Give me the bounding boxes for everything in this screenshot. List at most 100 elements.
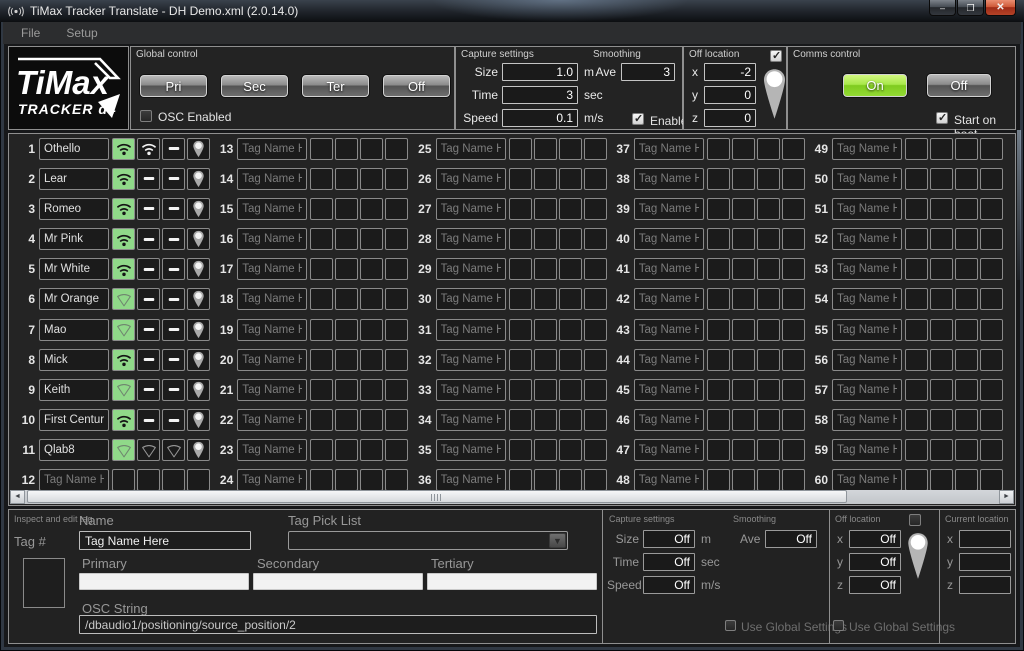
- start-on-boot-checkbox[interactable]: [936, 112, 948, 124]
- tag-offloc-button[interactable]: [584, 168, 607, 190]
- tag-offloc-button[interactable]: [584, 379, 607, 401]
- tag-name-input[interactable]: [39, 168, 109, 190]
- tag-sec-button[interactable]: [335, 439, 358, 461]
- tag-sec-button[interactable]: [930, 228, 953, 250]
- tag-ter-button-dash[interactable]: [162, 198, 185, 220]
- tag-ter-button[interactable]: [360, 469, 383, 491]
- tag-ter-button[interactable]: [360, 409, 383, 431]
- tag-sec-button[interactable]: [732, 379, 755, 401]
- tag-sec-button[interactable]: [335, 319, 358, 341]
- tag-ter-button[interactable]: [955, 228, 978, 250]
- tag-name-input[interactable]: [237, 258, 307, 280]
- tag-name-input[interactable]: [634, 439, 704, 461]
- tag-offloc-button[interactable]: [980, 439, 1003, 461]
- tag-pri-button[interactable]: [509, 168, 532, 190]
- offloc-use-global-checkbox[interactable]: [833, 620, 844, 631]
- tag-offloc-button[interactable]: [584, 228, 607, 250]
- tag-ter-button-dash[interactable]: [162, 258, 185, 280]
- tag-ter-button[interactable]: [559, 288, 582, 310]
- tag-ter-button[interactable]: [360, 319, 383, 341]
- tag-pri-button[interactable]: [707, 138, 730, 160]
- tag-pri-button[interactable]: [905, 288, 928, 310]
- tag-name-input[interactable]: [634, 138, 704, 160]
- tag-name-input[interactable]: [832, 439, 902, 461]
- tag-name-input[interactable]: [634, 349, 704, 371]
- tag-name-input[interactable]: [237, 228, 307, 250]
- tag-offloc-button[interactable]: [385, 319, 408, 341]
- tag-ter-button[interactable]: [360, 258, 383, 280]
- tag-name-input[interactable]: [436, 198, 506, 220]
- maximize-button[interactable]: ❐: [957, 0, 984, 16]
- tag-name-input[interactable]: [634, 168, 704, 190]
- tag-offloc-button[interactable]: [980, 258, 1003, 280]
- tag-sec-button[interactable]: [930, 138, 953, 160]
- tag-offloc-button-pin[interactable]: [187, 228, 210, 250]
- tag-ter-button[interactable]: [955, 319, 978, 341]
- tag-name-input[interactable]: [237, 319, 307, 341]
- tag-pri-button[interactable]: [905, 469, 928, 491]
- tag-sec-button[interactable]: [732, 198, 755, 220]
- tag-sec-button[interactable]: [335, 379, 358, 401]
- tag-pri-button-wedge-active[interactable]: [112, 439, 135, 461]
- tag-pri-button[interactable]: [310, 379, 333, 401]
- tag-pri-button[interactable]: [310, 409, 333, 431]
- tag-time-input[interactable]: [643, 553, 695, 571]
- tag-offloc-button[interactable]: [980, 349, 1003, 371]
- tag-ter-button[interactable]: [162, 469, 185, 491]
- tag-offloc-button[interactable]: [782, 379, 805, 401]
- tag-offloc-button[interactable]: [385, 258, 408, 280]
- tag-offloc-button[interactable]: [385, 349, 408, 371]
- tag-pri-button[interactable]: [905, 198, 928, 220]
- tag-ter-button[interactable]: [559, 319, 582, 341]
- tag-name-input[interactable]: [832, 409, 902, 431]
- chevron-down-icon[interactable]: ▼: [549, 533, 566, 548]
- tag-offloc-button[interactable]: [980, 228, 1003, 250]
- tag-ter-button[interactable]: [757, 198, 780, 220]
- tag-sec-button[interactable]: [732, 138, 755, 160]
- tag-pri-button[interactable]: [707, 439, 730, 461]
- tag-ter-button[interactable]: [757, 469, 780, 491]
- tag-sec-button[interactable]: [534, 198, 557, 220]
- tag-sec-button[interactable]: [534, 349, 557, 371]
- tag-name-input[interactable]: [237, 409, 307, 431]
- tag-sec-button-dash[interactable]: [137, 228, 160, 250]
- tag-name-input[interactable]: [39, 288, 109, 310]
- tag-sec-button[interactable]: [335, 288, 358, 310]
- tag-offloc-button[interactable]: [782, 319, 805, 341]
- tag-offloc-button-pin[interactable]: [187, 168, 210, 190]
- tag-offloc-button[interactable]: [584, 138, 607, 160]
- tag-ter-button-dash[interactable]: [162, 319, 185, 341]
- tag-sec-button-dash[interactable]: [137, 168, 160, 190]
- global-ter-button[interactable]: Ter: [302, 75, 369, 97]
- tag-offloc-button[interactable]: [980, 198, 1003, 220]
- tag-name-input[interactable]: [237, 379, 307, 401]
- tag-sec-button[interactable]: [534, 409, 557, 431]
- scrollbar-thumb[interactable]: [27, 490, 847, 503]
- tag-sec-button[interactable]: [534, 228, 557, 250]
- tag-sec-button[interactable]: [732, 439, 755, 461]
- tag-pri-button[interactable]: [310, 349, 333, 371]
- tag-offloc-button[interactable]: [584, 439, 607, 461]
- tag-offloc-button[interactable]: [782, 138, 805, 160]
- tag-pri-button[interactable]: [707, 379, 730, 401]
- tag-sec-button[interactable]: [335, 258, 358, 280]
- tag-pri-button[interactable]: [509, 439, 532, 461]
- tag-pri-button-wedge-active[interactable]: [112, 319, 135, 341]
- tag-pri-button-wifi-active[interactable]: [112, 198, 135, 220]
- tag-ter-button-dash[interactable]: [162, 409, 185, 431]
- tag-off-location-checkbox[interactable]: [909, 514, 921, 526]
- tag-ter-button[interactable]: [360, 349, 383, 371]
- tag-name-input[interactable]: [832, 228, 902, 250]
- tag-sec-button[interactable]: [930, 198, 953, 220]
- tag-offloc-button[interactable]: [782, 409, 805, 431]
- tag-pri-button[interactable]: [509, 288, 532, 310]
- tag-name-input[interactable]: [832, 288, 902, 310]
- tag-offloc-button-pin[interactable]: [187, 138, 210, 160]
- tag-sec-button[interactable]: [534, 168, 557, 190]
- tag-pri-button[interactable]: [905, 138, 928, 160]
- tag-ter-button-dash[interactable]: [162, 228, 185, 250]
- tag-ter-button[interactable]: [757, 228, 780, 250]
- comms-off-button[interactable]: Off: [927, 74, 991, 97]
- osc-string-input[interactable]: [79, 615, 597, 634]
- tag-name-input[interactable]: [634, 198, 704, 220]
